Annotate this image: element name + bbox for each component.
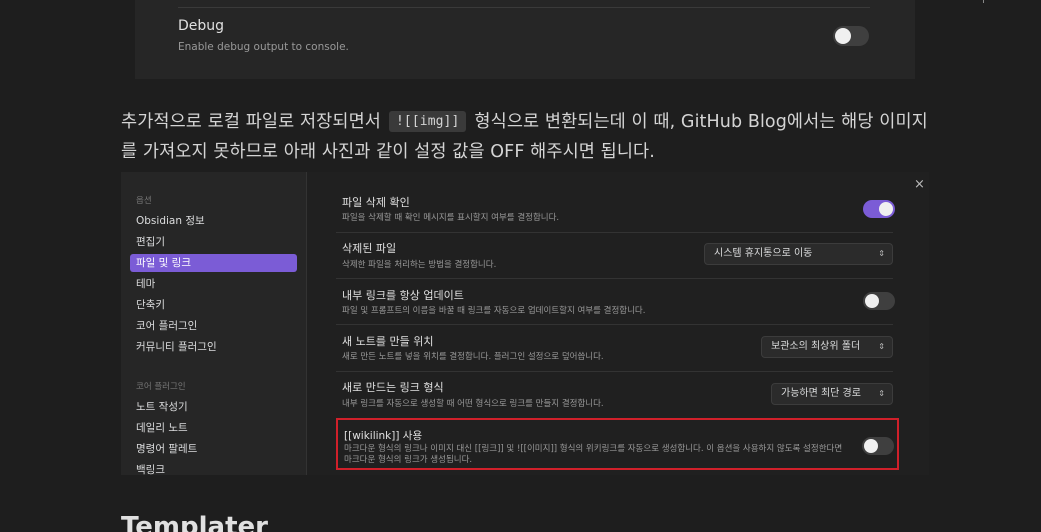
sidebar-item-community-plugins[interactable]: 커뮤니티 플러그인 — [130, 338, 297, 356]
setting-description: Enable debug output to console. — [178, 41, 349, 53]
select-value: 시스템 휴지통으로 이동 — [714, 248, 813, 259]
debug-toggle[interactable] — [833, 26, 869, 46]
sidebar-item-note-composer[interactable]: 노트 작성기 — [130, 398, 297, 416]
confirm-delete-toggle[interactable] — [863, 200, 895, 218]
setting-row: 내부 링크를 항상 업데이트 파일 및 프롬프트의 이름을 바꿀 때 링크를 자… — [336, 278, 895, 325]
setting-description: 파일을 삭제할 때 확인 메시지를 표시할지 여부를 결정합니다. — [342, 213, 560, 223]
text-cursor — [983, 0, 984, 3]
body-paragraph: 추가적으로 로컬 파일로 저장되면서 ![[img]] 형식으로 변환되는데 이 때… — [121, 108, 931, 166]
setting-row: 새 노트를 만들 위치 새로 만든 노트를 넣을 위치를 결정합니다. 플러그인… — [336, 324, 893, 371]
sidebar-item-editor[interactable]: 편집기 — [130, 233, 297, 251]
setting-description: 내부 링크를 자동으로 생성할 때 어떤 형식으로 링크를 만들지 결정합니다. — [342, 399, 604, 409]
chevron-updown-icon: ⇕ — [878, 249, 885, 258]
sidebar-item-obsidian-info[interactable]: Obsidian 정보 — [130, 212, 297, 230]
setting-name: 새로 만드는 링크 형식 — [342, 381, 444, 394]
deleted-files-select[interactable]: 시스템 휴지통으로 이동 ⇕ — [704, 243, 893, 265]
sidebar-group-title: 옵션 — [136, 196, 152, 206]
setting-name: 파일 삭제 확인 — [342, 196, 410, 209]
sidebar-group-title: 코어 플러그인 — [136, 382, 186, 392]
paragraph-text-before: 추가적으로 로컬 파일로 저장되면서 — [121, 112, 381, 132]
divider — [336, 324, 893, 325]
section-heading: Templater — [121, 512, 268, 532]
debug-setting-panel: Debug Enable debug output to console. — [135, 0, 915, 79]
sidebar-item-theme[interactable]: 테마 — [130, 275, 297, 293]
setting-row: 새로 만드는 링크 형식 내부 링크를 자동으로 생성할 때 어떤 형식으로 링… — [336, 371, 893, 418]
setting-description: 삭제한 파일을 처리하는 방법을 결정합니다. — [342, 260, 497, 270]
settings-screenshot: 옵션 Obsidian 정보 편집기 파일 및 링크 테마 단축키 코어 플러그… — [121, 172, 929, 475]
setting-name: Debug — [178, 18, 225, 34]
sidebar-item-core-plugins[interactable]: 코어 플러그인 — [130, 317, 297, 335]
chevron-updown-icon: ⇕ — [878, 342, 885, 351]
toggle-knob — [879, 202, 893, 216]
select-value: 가능하면 최단 경로 — [781, 388, 861, 399]
setting-description: 마크다운 형식의 링크나 이미지 대신 [[링크]] 및 ![[이미지]] 형식… — [344, 444, 843, 465]
setting-description: 새로 만든 노트를 넣을 위치를 결정합니다. 플러그인 설정으로 덮어씁니다. — [342, 352, 604, 362]
setting-row: 파일 삭제 확인 파일을 삭제할 때 확인 메시지를 표시할지 여부를 결정합니… — [336, 188, 895, 233]
wikilink-toggle[interactable] — [862, 437, 894, 455]
link-format-select[interactable]: 가능하면 최단 경로 ⇕ — [771, 383, 893, 405]
select-value: 보관소의 최상위 폴더 — [771, 341, 861, 352]
toggle-knob — [865, 294, 879, 308]
divider — [336, 278, 893, 279]
setting-name: [[wikilink]] 사용 — [344, 430, 423, 442]
setting-row: 삭제된 파일 삭제한 파일을 처리하는 방법을 결정합니다. 시스템 휴지통으로… — [336, 232, 893, 279]
toggle-knob — [864, 439, 878, 453]
sidebar-item-files-links[interactable]: 파일 및 링크 — [130, 254, 297, 272]
settings-sidebar: 옵션 Obsidian 정보 편집기 파일 및 링크 테마 단축키 코어 플러그… — [121, 172, 307, 475]
chevron-updown-icon: ⇕ — [878, 389, 885, 398]
setting-name: 내부 링크를 항상 업데이트 — [342, 289, 464, 302]
divider — [336, 232, 893, 233]
setting-name: 새 노트를 만들 위치 — [342, 335, 434, 348]
inline-code: ![[img]] — [389, 111, 467, 132]
setting-name: 삭제된 파일 — [342, 242, 397, 255]
new-note-location-select[interactable]: 보관소의 최상위 폴더 ⇕ — [761, 336, 893, 358]
sidebar-item-command-palette[interactable]: 명령어 팔레트 — [130, 440, 297, 458]
sidebar-item-hotkeys[interactable]: 단축키 — [130, 296, 297, 314]
divider — [178, 7, 870, 8]
highlighted-setting-row: [[wikilink]] 사용 마크다운 형식의 링크나 이미지 대신 [[링크… — [336, 418, 899, 470]
toggle-knob — [835, 28, 851, 44]
setting-description: 파일 및 프롬프트의 이름을 바꿀 때 링크를 자동으로 업데이트할지 여부를 … — [342, 306, 646, 316]
divider — [336, 371, 893, 372]
close-icon[interactable]: × — [914, 177, 925, 192]
sidebar-item-daily-notes[interactable]: 데일리 노트 — [130, 419, 297, 437]
sidebar-item-backlinks[interactable]: 백링크 — [130, 461, 297, 475]
update-links-toggle[interactable] — [863, 292, 895, 310]
